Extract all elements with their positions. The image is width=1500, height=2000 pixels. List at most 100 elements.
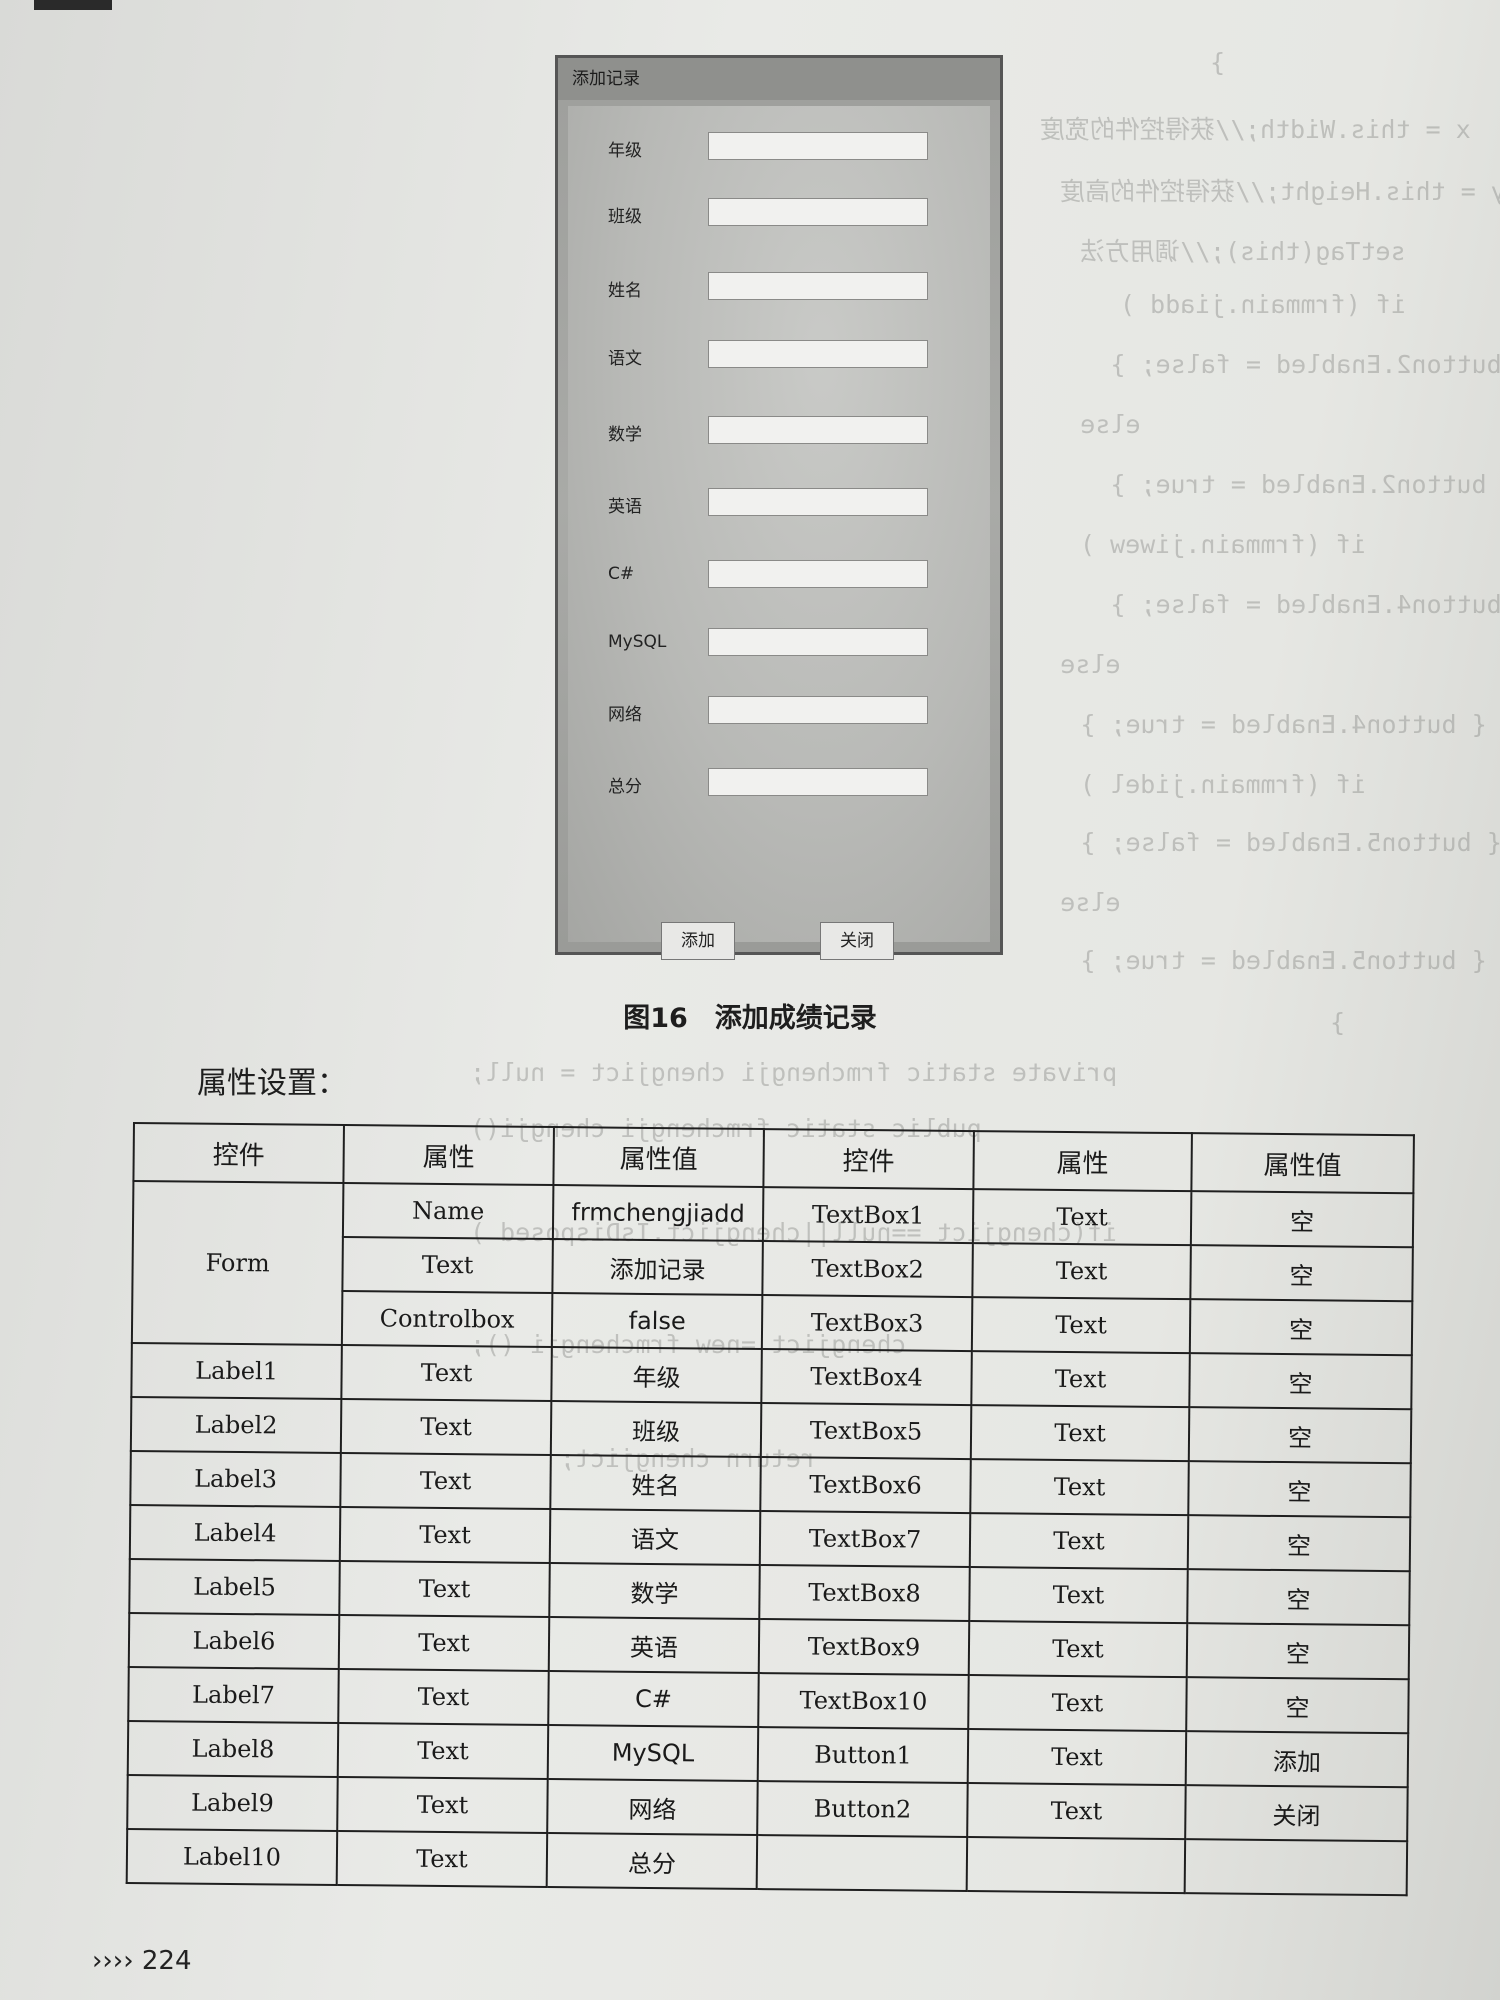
table-cell: 空 [1190,1245,1413,1302]
table-cell: Form [131,1181,344,1346]
table-cell: Label5 [129,1558,340,1616]
header-cell: 属性值 [553,1127,764,1188]
table-cell: 空 [1189,1353,1412,1410]
table-cell: Controlbox [341,1291,553,1348]
table-cell: Button1 [757,1727,969,1784]
table-cell: Text [337,1776,548,1834]
table-cell [966,1837,1186,1894]
table-cell: Text [969,1513,1189,1570]
table-cell: Text [340,1399,552,1456]
table-cell: Text [967,1729,1187,1786]
field-textbox[interactable] [708,198,928,226]
field-textbox[interactable] [708,340,928,368]
form-window: 添加记录 年级 班级 姓名 语文 数学 英语 C# MySQL 网络 总分 添加 关闭 [555,55,1003,960]
form-title: 添加记录 [558,58,1000,100]
table-cell: Label9 [127,1774,338,1831]
table-cell: 添加记录 [552,1239,763,1296]
field-textbox[interactable] [708,696,928,724]
field-label: 姓名 [608,281,642,301]
background-code-line: if (frmmain.jiadd ) [1120,290,1406,319]
table-cell: Name [342,1183,554,1240]
close-button[interactable]: 关闭 [820,922,894,960]
form-field-row: MySQL [568,624,990,660]
section-label: 属性设置： [197,1066,347,1101]
table-cell: 空 [1189,1299,1413,1356]
table-cell: 姓名 [550,1455,761,1512]
header-cell: 控件 [763,1129,974,1190]
background-code-line: x = this.Width;//获得控件的宽度 [1040,115,1471,144]
table-cell: TextBox2 [762,1241,973,1298]
table-row: Form Name frmchengjiadd TextBox1 Text 空 [131,1181,1414,1346]
table-cell: TextBox8 [759,1565,970,1622]
form-field-row: C# [568,556,990,592]
table-cell: false [551,1293,763,1350]
table-cell: 总分 [546,1833,758,1890]
table-cell: Label7 [128,1666,339,1723]
table-cell: Button2 [757,1781,968,1838]
table-cell: 关闭 [1185,1785,1408,1842]
table-cell: Text [968,1621,1188,1678]
table-cell: TextBox1 [762,1187,974,1244]
header-cell: 属性值 [1191,1133,1414,1194]
field-textbox[interactable] [708,560,928,588]
table-cell: Text [340,1453,551,1510]
background-code-line: { button5.Enabled = false; } [1080,828,1500,857]
field-label: 英语 [608,497,642,517]
field-textbox[interactable] [708,132,928,160]
background-code-line: { button2.Enabled = true; } [1110,470,1500,499]
background-code-line: { button4.Enabled = false; } [1110,590,1500,619]
form-field-row: 英语 [568,484,990,520]
background-code-line: { button4.Enabled = true; } [1080,710,1487,739]
field-textbox[interactable] [708,488,928,516]
form-field-row: 语文 [568,336,990,372]
table-cell: Text [970,1459,1189,1516]
table-cell: Text [967,1783,1186,1840]
field-label: 语文 [608,349,642,369]
page-number-value: 224 [141,1946,192,1976]
table-cell: 英语 [548,1617,760,1674]
page-marker: ›››› [92,1946,134,1976]
field-label: 年级 [608,141,642,161]
table-cell: TextBox7 [759,1511,971,1568]
table-cell: Text [338,1615,550,1672]
field-textbox[interactable] [708,768,928,796]
background-code-line: else [1060,888,1121,917]
table-cell: Label1 [131,1342,342,1400]
table-cell: Text [969,1567,1188,1624]
table-cell: 空 [1188,1407,1412,1464]
field-textbox[interactable] [708,416,928,444]
table-cell: Text [970,1405,1190,1462]
table-cell: TextBox4 [761,1349,972,1406]
table-cell: 添加 [1185,1731,1409,1788]
field-label: 总分 [608,777,642,797]
table-cell: Text [337,1722,549,1780]
table-cell: Label2 [130,1396,342,1454]
background-code-line: y = this.Height;//获得控件的高度 [1060,177,1500,206]
table-cell: TextBox6 [760,1457,971,1514]
table-cell: 空 [1186,1677,1409,1734]
table-cell: Text [971,1351,1190,1408]
header-cell: 属性 [343,1125,554,1186]
table-cell: Label4 [129,1504,341,1562]
table-cell: 网络 [547,1779,758,1836]
table-cell: Text [341,1345,552,1402]
form-field-row: 数学 [568,412,990,448]
background-code-line: if (frmmain.jiwew ) [1080,530,1366,559]
table-cell: Text [971,1297,1191,1354]
add-button[interactable]: 添加 [661,922,735,960]
field-label: C# [608,564,635,584]
background-code-line: } [1210,48,1226,77]
table-cell: Label3 [130,1450,341,1508]
table-body: Form Name frmchengjiadd TextBox1 Text 空 Text 添加… [126,1181,1414,1896]
table-cell: MySQL [547,1725,759,1782]
field-textbox[interactable] [708,628,928,656]
background-code-line: { button2.Enabled = false; } [1110,350,1500,379]
field-label: MySQL [608,632,667,652]
table-cell: 语文 [549,1509,761,1566]
table-cell: TextBox9 [758,1619,970,1676]
field-label: 班级 [608,207,642,227]
table-cell [756,1835,968,1892]
table-cell: Label10 [126,1828,338,1885]
background-code-line: else [1060,650,1121,679]
field-textbox[interactable] [708,272,928,300]
